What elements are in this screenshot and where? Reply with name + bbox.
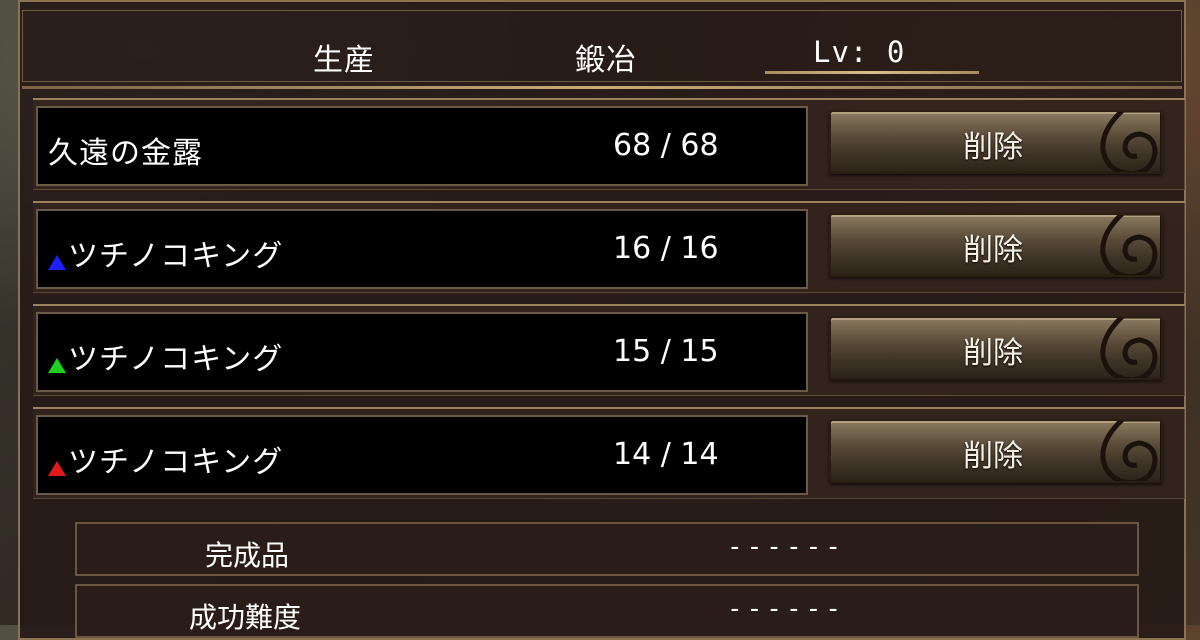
material-name: ツチノコキング (48, 231, 283, 275)
material-slot[interactable]: ツチノコキング 14 / 14 (36, 415, 808, 495)
material-name-text: 久遠の金露 (48, 136, 203, 171)
material-quantity: 15 / 15 (613, 334, 719, 369)
level-underline (765, 71, 979, 74)
green-triangle-icon (48, 358, 66, 373)
material-row: ツチノコキング 14 / 14 削除 (33, 407, 1185, 499)
crafting-panel: 生産 鍛冶 Lv: 0 久遠の金露 68 / 68 削除 ツチノコキング 16 … (18, 0, 1186, 640)
skill-label: 鍛冶 (575, 43, 637, 78)
material-quantity: 16 / 16 (613, 231, 719, 266)
result-item-label: 完成品 (205, 539, 290, 572)
material-quantity: 68 / 68 (613, 128, 719, 163)
material-name: ツチノコキング (48, 334, 283, 378)
material-slot[interactable]: ツチノコキング 16 / 16 (36, 209, 808, 289)
difficulty-value: ------ (727, 594, 845, 624)
delete-button[interactable]: 削除 (829, 419, 1163, 483)
delete-button[interactable]: 削除 (829, 316, 1163, 380)
material-quantity: 14 / 14 (613, 437, 719, 472)
level-label: Lv: 0 (813, 35, 906, 69)
blue-triangle-icon (48, 255, 66, 270)
material-name: ツチノコキング (48, 437, 283, 481)
delete-button-label: 削除 (963, 336, 1023, 371)
swirl-ornament-icon (1100, 215, 1161, 275)
result-item-value: ------ (727, 532, 845, 562)
swirl-ornament-icon (1100, 112, 1161, 172)
category-label: 生産 (313, 43, 375, 78)
material-slot[interactable]: ツチノコキング 15 / 15 (36, 312, 808, 392)
header-bar: 生産 鍛冶 Lv: 0 (22, 10, 1182, 82)
swirl-ornament-icon (1100, 421, 1161, 481)
delete-button-label: 削除 (963, 130, 1023, 165)
swirl-ornament-icon (1100, 318, 1161, 378)
difficulty-row: 成功難度 ------ (75, 584, 1139, 638)
red-triangle-icon (48, 461, 66, 476)
delete-button[interactable]: 削除 (829, 213, 1163, 277)
material-name: 久遠の金露 (48, 128, 203, 172)
material-name-text: ツチノコキング (68, 445, 284, 480)
result-item-row: 完成品 ------ (75, 522, 1139, 576)
material-name-text: ツチノコキング (68, 342, 284, 377)
material-row: ツチノコキング 16 / 16 削除 (33, 201, 1185, 293)
material-slot[interactable]: 久遠の金露 68 / 68 (36, 106, 808, 186)
delete-button[interactable]: 削除 (829, 110, 1163, 174)
material-row: 久遠の金露 68 / 68 削除 (33, 98, 1185, 190)
difficulty-label: 成功難度 (189, 601, 302, 634)
delete-button-label: 削除 (963, 439, 1023, 474)
material-row: ツチノコキング 15 / 15 削除 (33, 304, 1185, 396)
delete-button-label: 削除 (963, 233, 1023, 268)
material-name-text: ツチノコキング (68, 239, 284, 274)
header-divider (22, 86, 1182, 89)
